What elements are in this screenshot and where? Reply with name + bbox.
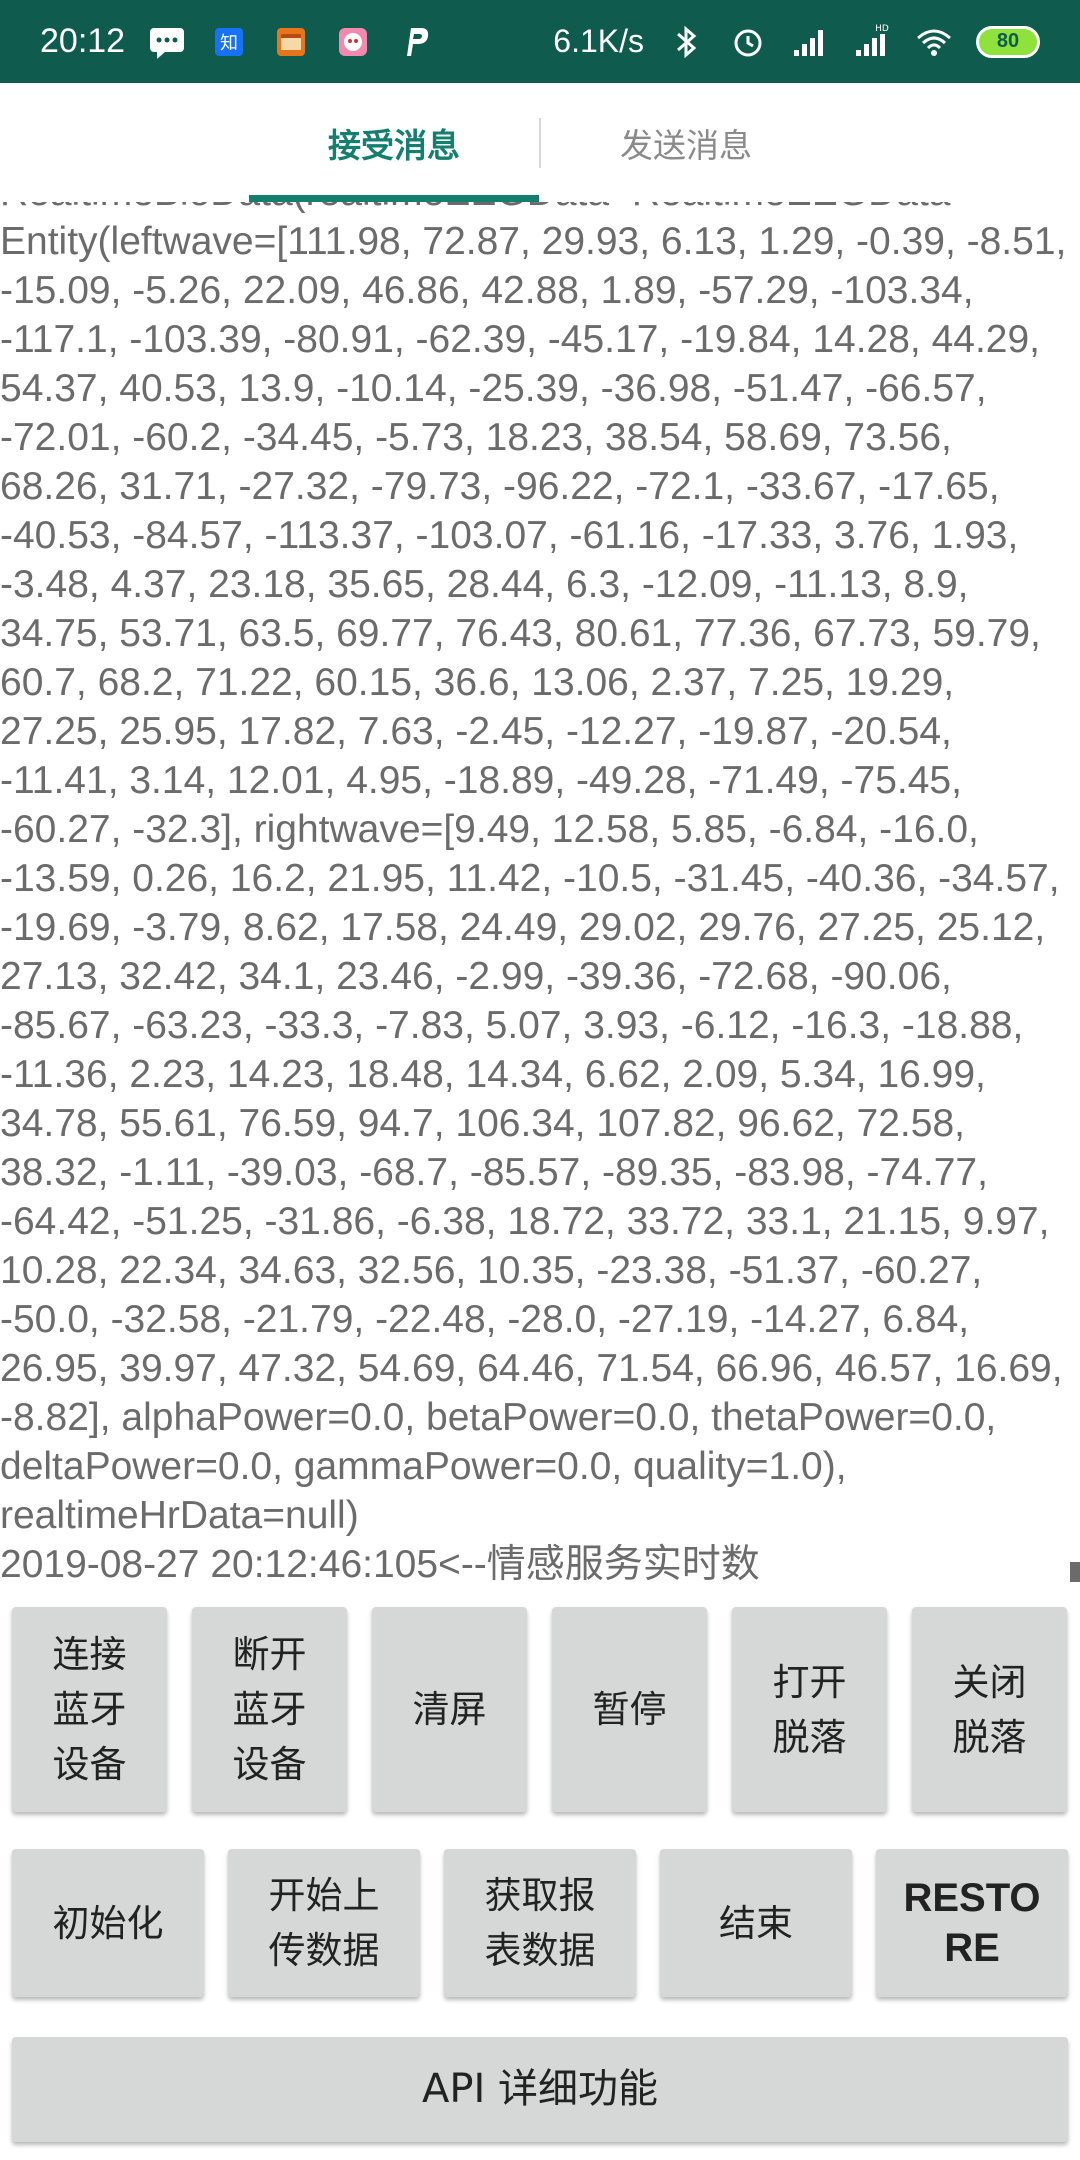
calendar-app-icon: [271, 22, 311, 62]
restore-button[interactable]: RESTO RE: [876, 1849, 1068, 1997]
end-button[interactable]: 结束: [660, 1849, 852, 1997]
signal-icon: [790, 22, 830, 62]
log-text: RealtimeBioData(realtimeEEGData=Realtime…: [0, 202, 1067, 1586]
tab-receive-label: 接受消息: [328, 125, 460, 165]
pause-button[interactable]: 暂停: [552, 1607, 707, 1812]
initialize-button[interactable]: 初始化: [12, 1849, 204, 1997]
zhihu-icon: 知: [209, 22, 249, 62]
bluetooth-icon: [666, 22, 706, 62]
active-tab-indicator: [249, 195, 539, 202]
api-details-button[interactable]: API 详细功能: [12, 2037, 1068, 2142]
app-icon: [333, 22, 373, 62]
message-log[interactable]: RealtimeBioData(realtimeEEGData=Realtime…: [0, 202, 1080, 1594]
tab-send-messages[interactable]: 发送消息: [541, 83, 831, 202]
status-bar: 20:12 知 6.1K/s HD 80: [0, 0, 1080, 83]
tab-bar: 接受消息 发送消息: [0, 83, 1080, 202]
connect-bluetooth-button[interactable]: 连接 蓝牙 设备: [12, 1607, 167, 1812]
log-scrollbar[interactable]: [1070, 1562, 1080, 1582]
wifi-icon: [914, 22, 954, 62]
net-speed: 6.1K/s: [553, 23, 644, 59]
status-bar-right: 6.1K/s HD 80: [553, 22, 1040, 62]
status-bar-left: 20:12 知: [40, 22, 435, 62]
hd-signal-icon: HD: [852, 22, 892, 62]
tab-receive-messages[interactable]: 接受消息: [249, 83, 539, 202]
svg-text:HD: HD: [875, 24, 889, 34]
message-icon: [147, 22, 187, 62]
p-app-icon: [395, 22, 435, 62]
clear-screen-button[interactable]: 清屏: [372, 1607, 527, 1812]
disconnect-bluetooth-button[interactable]: 断开 蓝牙 设备: [192, 1607, 347, 1812]
battery-indicator: 80: [976, 25, 1040, 58]
status-time: 20:12: [40, 22, 126, 60]
svg-text:知: 知: [220, 33, 238, 54]
start-upload-button[interactable]: 开始上 传数据: [228, 1849, 420, 1997]
tab-send-label: 发送消息: [620, 125, 752, 165]
close-detach-button[interactable]: 关闭 脱落: [912, 1607, 1067, 1812]
open-detach-button[interactable]: 打开 脱落: [732, 1607, 887, 1812]
alarm-icon: [728, 22, 768, 62]
get-report-button[interactable]: 获取报 表数据: [444, 1849, 636, 1997]
